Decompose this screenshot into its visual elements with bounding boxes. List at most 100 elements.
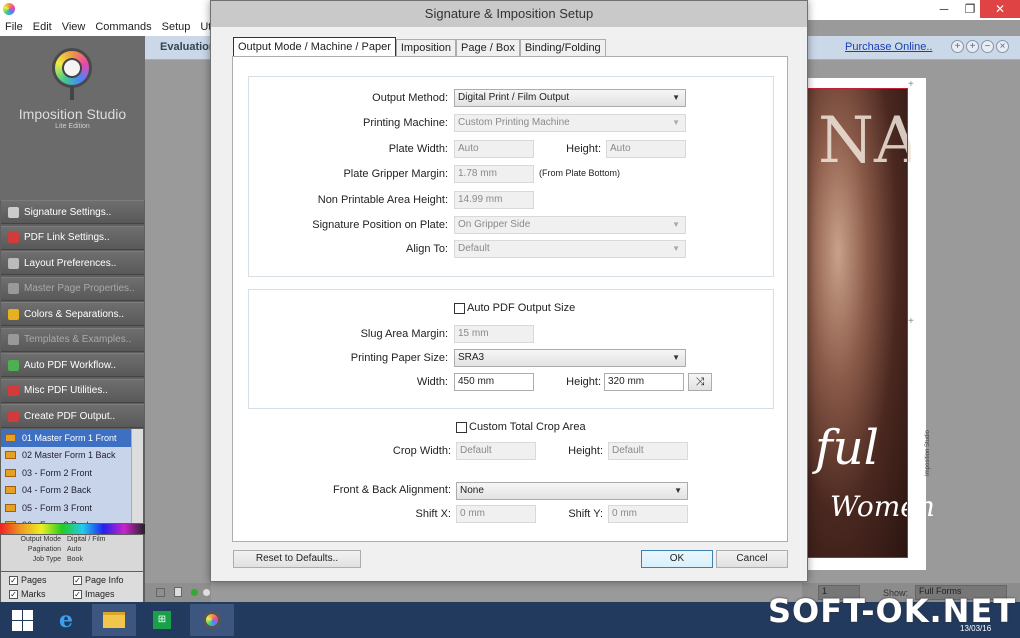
reset-defaults-button[interactable]: Reset to Defaults.. <box>233 550 361 568</box>
crop-width-field[interactable]: Default <box>456 442 536 460</box>
sidebar-button-9[interactable]: Create PDF Output.. <box>1 404 144 428</box>
paper-height-label: Height: <box>566 376 601 388</box>
evaluation-label: Evaluation <box>160 41 216 53</box>
crop-width-label: Crop Width: <box>392 445 451 457</box>
sidebar-button-2[interactable]: PDF Link Settings.. <box>1 225 144 250</box>
tab-binding-folding[interactable]: Binding/Folding <box>519 39 606 57</box>
paper-size-select[interactable]: SRA3 ▼ <box>454 349 686 367</box>
zoom-in-icon[interactable]: + <box>951 40 964 53</box>
imposition-studio-taskbar-button[interactable] <box>190 604 234 636</box>
alignment-select[interactable]: None ▼ <box>456 482 688 500</box>
marks-checkbox[interactable]: ✓ Marks <box>9 589 73 599</box>
app-icon[interactable] <box>3 3 15 15</box>
logo-title: Imposition Studio <box>18 106 127 122</box>
paper-height-field[interactable]: 320 mm <box>604 373 684 391</box>
form-list-item[interactable]: 05 - Form 3 Front <box>1 499 143 517</box>
alignment-label: Front & Back Alignment: <box>333 484 451 496</box>
shift-x-field[interactable]: 0 mm <box>456 505 536 523</box>
sidebar-button-4[interactable]: Master Page Properties.. <box>1 276 144 301</box>
menu-edit[interactable]: Edit <box>28 21 57 33</box>
swap-dimensions-button[interactable]: ⤨ <box>688 373 712 391</box>
ie-icon: e <box>59 607 73 633</box>
imposition-studio-icon <box>203 611 221 629</box>
sidebar-button-8[interactable]: Misc PDF Utilities.. <box>1 378 144 403</box>
job-info-box: Output Mode Digital / Film Pagination Auto… <box>1 535 143 571</box>
internet-explorer-button[interactable]: e <box>44 604 88 636</box>
status-dot-icon <box>203 589 210 596</box>
shift-y-field[interactable]: 0 mm <box>608 505 688 523</box>
output-icon <box>8 410 19 422</box>
zoom-out-icon[interactable]: − <box>981 40 994 53</box>
spine-text: Imposition Studio <box>925 429 932 477</box>
store-button[interactable]: ⊞ <box>140 604 184 636</box>
page-icon[interactable] <box>174 587 182 597</box>
pages-checkbox[interactable]: ✓ Pages <box>9 575 73 585</box>
sidebar-button-1[interactable]: Signature Settings.. <box>1 200 144 224</box>
form-icon <box>5 451 16 460</box>
trim-box <box>808 88 908 558</box>
sidebar-button-label: Create PDF Output.. <box>24 410 116 422</box>
sidebar-button-label: Layout Preferences.. <box>24 257 117 269</box>
paper-width-field[interactable]: 450 mm <box>454 373 534 391</box>
info-value: Book <box>67 556 83 563</box>
sidebar-button-5[interactable]: Colors & Separations.. <box>1 302 144 326</box>
signature-position-select[interactable]: On Gripper Side ▼ <box>454 216 686 234</box>
form-label: 03 - Form 2 Front <box>22 467 93 478</box>
form-list-item[interactable]: 02 Master Form 1 Back <box>1 447 143 465</box>
form-list-scrollbar[interactable] <box>131 429 143 523</box>
sidebar-button-label: Signature Settings.. <box>24 206 112 218</box>
tab-output-mode[interactable]: Output Mode / Machine / Paper <box>233 37 396 57</box>
remove-icon[interactable]: × <box>996 40 1009 53</box>
printing-machine-select[interactable]: Custom Printing Machine ▼ <box>454 114 686 132</box>
tab-panel: Output Method: Digital Print / Film Outp… <box>232 56 788 542</box>
start-button[interactable] <box>0 604 44 636</box>
lock-icon[interactable] <box>156 588 165 597</box>
tab-imposition[interactable]: Imposition <box>395 39 457 57</box>
output-method-select[interactable]: Digital Print / Film Output ▼ <box>454 89 686 107</box>
sidebar-button-3[interactable]: Layout Preferences.. <box>1 251 144 275</box>
chevron-down-icon: ▼ <box>672 93 680 102</box>
gear-icon <box>8 257 19 269</box>
menu-setup[interactable]: Setup <box>157 21 196 33</box>
dialog-title: Signature & Imposition Setup <box>211 1 807 27</box>
crop-height-field[interactable]: Default <box>608 442 688 460</box>
output-method-label: Output Method: <box>372 92 448 104</box>
sidebar-button-7[interactable]: Auto PDF Workflow.. <box>1 353 144 377</box>
non-printable-field[interactable]: 14.99 mm <box>454 191 534 209</box>
purchase-online-link[interactable]: Purchase Online.. <box>845 41 932 53</box>
close-button[interactable]: ✕ <box>980 0 1020 18</box>
taskbar-date: 13/03/16 <box>960 624 992 633</box>
menu-commands[interactable]: Commands <box>90 21 156 33</box>
menu-view[interactable]: View <box>57 21 91 33</box>
logo-center <box>62 58 82 78</box>
form-list[interactable]: 01 Master Form 1 Front 02 Master Form 1 B… <box>1 429 143 523</box>
align-to-select[interactable]: Default ▼ <box>454 240 686 258</box>
slug-margin-field[interactable]: 15 mm <box>454 325 534 343</box>
cancel-button[interactable]: Cancel <box>716 550 788 568</box>
form-list-item[interactable]: 04 - Form 2 Back <box>1 482 143 500</box>
file-explorer-button[interactable] <box>92 604 136 636</box>
form-list-item[interactable]: 03 - Form 2 Front <box>1 464 143 482</box>
auto-pdf-checkbox[interactable] <box>454 303 465 314</box>
crop-mark-icon: + <box>908 79 914 90</box>
minimize-button[interactable]: ─ <box>930 0 958 18</box>
plate-height-field[interactable]: Auto <box>606 140 686 158</box>
shift-x-label: Shift X: <box>415 508 451 520</box>
add-icon[interactable]: + <box>966 40 979 53</box>
chevron-down-icon: ▼ <box>672 353 680 362</box>
ok-button[interactable]: OK <box>641 550 713 568</box>
page-info-checkbox[interactable]: ✓ Page Info <box>73 575 124 585</box>
form-list-item[interactable]: 06 - Form 3 Back <box>1 517 143 523</box>
form-label: 04 - Form 2 Back <box>22 485 92 496</box>
tab-page-box[interactable]: Page / Box <box>456 39 520 57</box>
custom-crop-checkbox[interactable] <box>456 422 467 433</box>
sidebar-button-6[interactable]: Templates & Examples.. <box>1 327 144 352</box>
gripper-margin-field[interactable]: 1.78 mm <box>454 165 534 183</box>
images-checkbox[interactable]: ✓ Images <box>73 589 115 599</box>
plate-width-field[interactable]: Auto <box>454 140 534 158</box>
sidebar-button-label: Master Page Properties.. <box>24 283 135 294</box>
form-list-item[interactable]: 01 Master Form 1 Front <box>1 429 143 447</box>
menu-file[interactable]: File <box>0 21 28 33</box>
store-icon: ⊞ <box>153 611 171 629</box>
custom-crop-label: Custom Total Crop Area <box>469 421 586 433</box>
